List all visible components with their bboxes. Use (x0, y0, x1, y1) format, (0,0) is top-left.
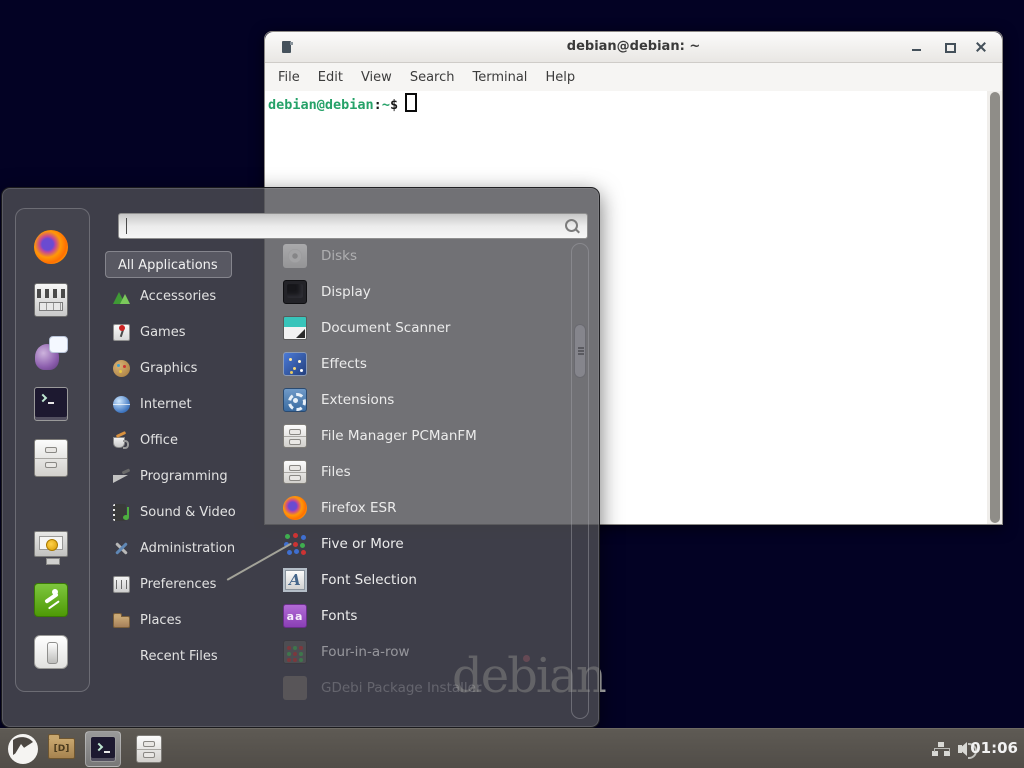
file-manager-task-button[interactable] (136, 735, 162, 763)
effects-icon (283, 352, 307, 376)
category-all-applications[interactable]: All Applications (105, 251, 232, 278)
package-icon (283, 676, 307, 700)
terminal-icon[interactable] (34, 387, 68, 421)
four-grid-icon (283, 640, 307, 664)
preferences-icon (113, 576, 130, 593)
administration-icon (113, 540, 130, 557)
applications-menu: All Applications Accessories Games Graph… (1, 187, 600, 728)
app-item-fonts[interactable]: aa Fonts (266, 598, 564, 634)
prompt-path: ~ (382, 97, 390, 113)
app-item-five-or-more[interactable]: Five or More (266, 526, 564, 562)
menu-view[interactable]: View (352, 67, 401, 88)
menu-terminal[interactable]: Terminal (463, 67, 536, 88)
terminal-scrollbar[interactable] (987, 91, 1002, 524)
games-icon (113, 324, 130, 341)
sound-video-icon (113, 504, 126, 521)
no-icon (113, 648, 130, 665)
graphics-icon (113, 360, 130, 377)
menu-search[interactable]: Search (401, 67, 464, 88)
menu-button[interactable] (7, 733, 39, 765)
app-item-gdebi-package-installer[interactable]: GDebi Package Installer (266, 670, 564, 706)
taskbar: [D] 01:06 (0, 728, 1024, 768)
app-item-document-scanner[interactable]: Document Scanner (266, 310, 564, 346)
shell-prompt: debian@debian:~$ (268, 93, 417, 115)
extensions-icon (283, 388, 307, 412)
fonts-icon: aa (283, 604, 307, 628)
category-programming[interactable]: Programming (105, 458, 265, 494)
clock[interactable]: 01:06 (970, 739, 1018, 757)
menu-file[interactable]: File (269, 67, 309, 88)
file-cabinet-icon (283, 424, 307, 448)
programming-icon (113, 468, 130, 485)
firefox-icon[interactable] (34, 230, 68, 264)
prompt-user-host: debian@debian (268, 97, 374, 113)
category-accessories[interactable]: Accessories (105, 278, 265, 314)
terminal-menubar: File Edit View Search Terminal Help (265, 63, 1002, 91)
menu-edit[interactable]: Edit (309, 67, 352, 88)
category-administration[interactable]: Administration (105, 530, 265, 566)
app-item-file-manager-pcmanfm[interactable]: File Manager PCManFM (266, 418, 564, 454)
file-cabinet-icon (283, 460, 307, 484)
folder-badge: [D] (54, 744, 70, 754)
close-button[interactable] (970, 32, 992, 62)
category-places[interactable]: Places (105, 602, 265, 638)
menu-scrollbar[interactable] (571, 243, 589, 719)
app-item-files[interactable]: Files (266, 454, 564, 490)
file-cabinet-icon[interactable] (34, 439, 68, 477)
accessories-icon (113, 288, 130, 305)
disks-icon (283, 244, 307, 268)
application-list: Disks Display Document Scanner Effects E… (266, 238, 564, 712)
app-item-firefox-esr[interactable]: Firefox ESR (266, 490, 564, 526)
network-icon[interactable] (932, 742, 950, 757)
scrollbar-grip (578, 347, 584, 349)
places-icon (113, 616, 130, 628)
app-item-effects[interactable]: Effects (266, 346, 564, 382)
log-out-icon[interactable] (34, 583, 68, 617)
desktop: debian debian@debian: ~ File Edit View S… (0, 0, 1024, 768)
menu-search-input[interactable] (127, 216, 561, 236)
app-item-four-in-a-row[interactable]: Four-in-a-row (266, 634, 564, 670)
messenger-icon[interactable] (34, 336, 68, 370)
font-a-icon: A (283, 568, 307, 592)
search-icon (565, 219, 578, 232)
category-graphics[interactable]: Graphics (105, 350, 265, 386)
minimize-button[interactable] (906, 32, 928, 62)
category-games[interactable]: Games (105, 314, 265, 350)
internet-icon (113, 396, 130, 413)
document-scanner-icon (283, 316, 307, 340)
terminal-icon (90, 736, 116, 762)
keyboard-icon[interactable] (34, 283, 68, 317)
folder-button[interactable]: [D] (48, 738, 75, 759)
app-item-display[interactable]: Display (266, 274, 564, 310)
maximize-button[interactable] (939, 32, 961, 62)
category-office[interactable]: Office (105, 422, 265, 458)
terminal-cursor (405, 93, 417, 112)
lock-screen-icon[interactable] (34, 531, 68, 557)
distro-logo-icon (7, 733, 39, 765)
category-recent-files[interactable]: Recent Files (105, 638, 265, 674)
terminal-title: debian@debian: ~ (265, 32, 1002, 62)
category-internet[interactable]: Internet (105, 386, 265, 422)
menu-help[interactable]: Help (536, 67, 584, 88)
category-sound-video[interactable]: Sound & Video (105, 494, 265, 530)
menu-search-box[interactable] (118, 213, 588, 239)
search-caret (126, 218, 127, 234)
firefox-icon (283, 496, 307, 520)
office-icon (113, 437, 125, 448)
app-item-extensions[interactable]: Extensions (266, 382, 564, 418)
menu-scrollbar-thumb[interactable] (574, 324, 586, 378)
terminal-task-button[interactable] (85, 731, 121, 767)
power-switch-icon[interactable] (34, 635, 68, 669)
monitor-stand (46, 558, 60, 565)
terminal-titlebar[interactable]: debian@debian: ~ (265, 32, 1002, 63)
terminal-scrollbar-thumb[interactable] (990, 92, 1000, 523)
display-icon (283, 280, 307, 304)
app-item-disks[interactable]: Disks (266, 238, 564, 274)
app-item-font-selection[interactable]: A Font Selection (266, 562, 564, 598)
